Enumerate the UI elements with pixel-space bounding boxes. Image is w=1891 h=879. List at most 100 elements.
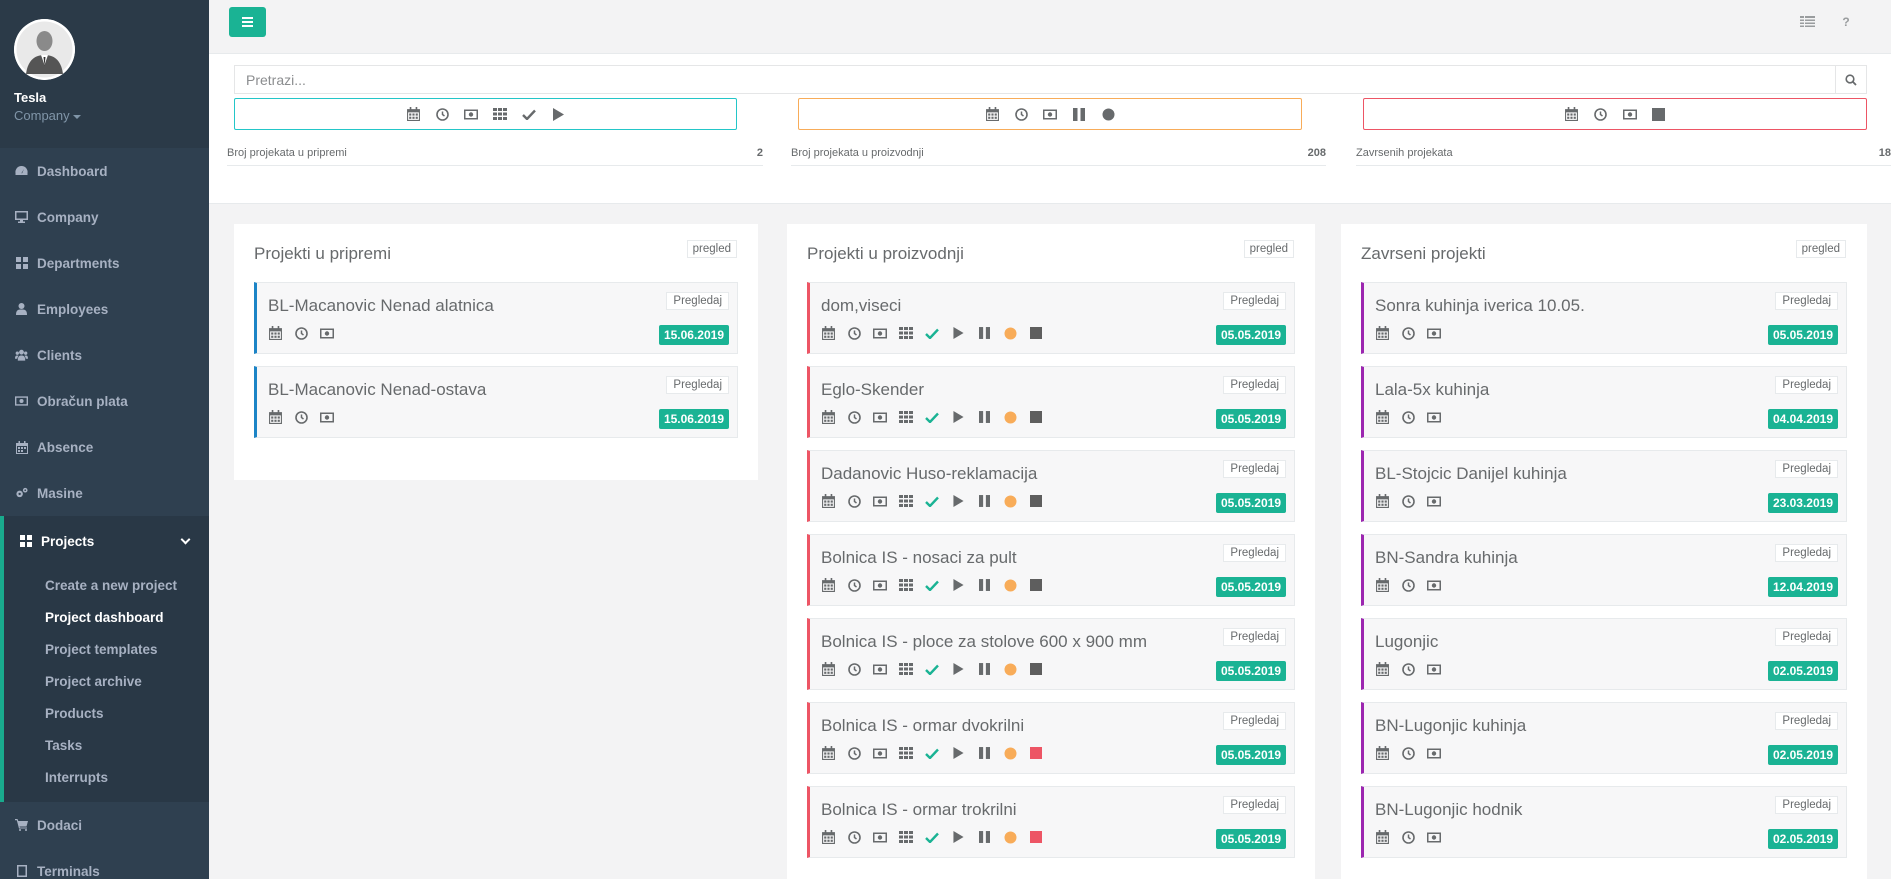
calendar-icon[interactable] bbox=[821, 746, 835, 760]
pause-icon[interactable] bbox=[977, 494, 991, 508]
calendar-icon[interactable] bbox=[1375, 326, 1389, 340]
project-card[interactable]: Bolnica IS - nosaci za pult Pregledaj 05.0… bbox=[807, 534, 1295, 606]
clock-icon[interactable] bbox=[1401, 410, 1415, 424]
pause-icon[interactable] bbox=[1072, 107, 1086, 121]
circle-icon[interactable] bbox=[1003, 662, 1017, 676]
view-project-button[interactable]: Pregledaj bbox=[1775, 376, 1838, 394]
money-icon[interactable] bbox=[1427, 578, 1441, 592]
stop-icon[interactable] bbox=[1652, 107, 1666, 121]
project-card[interactable]: BL-Stojcic Danijel kuhinja Pregledaj 23.03… bbox=[1361, 450, 1847, 522]
calendar-icon[interactable] bbox=[1375, 746, 1389, 760]
calendar-icon[interactable] bbox=[268, 410, 282, 424]
check-icon[interactable] bbox=[925, 662, 939, 676]
check-icon[interactable] bbox=[925, 830, 939, 844]
grid-icon[interactable] bbox=[899, 746, 913, 760]
clock-icon[interactable] bbox=[1401, 578, 1415, 592]
check-icon[interactable] bbox=[925, 578, 939, 592]
project-card[interactable]: Dadanovic Huso-reklamacija Pregledaj 05.05… bbox=[807, 450, 1295, 522]
clock-icon[interactable] bbox=[847, 326, 861, 340]
money-icon[interactable] bbox=[1427, 410, 1441, 424]
view-project-button[interactable]: Pregledaj bbox=[1223, 376, 1286, 394]
money-icon[interactable] bbox=[1427, 746, 1441, 760]
check-icon[interactable] bbox=[925, 410, 939, 424]
calendar-icon[interactable] bbox=[821, 830, 835, 844]
view-project-button[interactable]: Pregledaj bbox=[1223, 796, 1286, 814]
money-icon[interactable] bbox=[1427, 830, 1441, 844]
nav-item-employees[interactable]: Employees bbox=[0, 286, 209, 332]
project-card[interactable]: BN-Lugonjic hodnik Pregledaj 02.05.2019 bbox=[1361, 786, 1847, 858]
subnav-item-products[interactable]: Products bbox=[4, 698, 209, 730]
subnav-item-project-archive[interactable]: Project archive bbox=[4, 666, 209, 698]
nav-item-company[interactable]: Company bbox=[0, 194, 209, 240]
grid-icon[interactable] bbox=[899, 578, 913, 592]
project-card[interactable]: Lugonjic Pregledaj 02.05.2019 bbox=[1361, 618, 1847, 690]
nav-item-dashboard[interactable]: Dashboard bbox=[0, 148, 209, 194]
play-icon[interactable] bbox=[551, 107, 565, 121]
view-project-button[interactable]: Pregledaj bbox=[1223, 628, 1286, 646]
project-card[interactable]: Bolnica IS - ploce za stolove 600 x 900 … bbox=[807, 618, 1295, 690]
clock-icon[interactable] bbox=[294, 326, 308, 340]
project-card[interactable]: BL-Macanovic Nenad-ostava Pregledaj 15.06.… bbox=[254, 366, 738, 438]
grid-icon[interactable] bbox=[899, 830, 913, 844]
subnav-item-project-dashboard[interactable]: Project dashboard bbox=[4, 602, 209, 634]
calendar-icon[interactable] bbox=[821, 326, 835, 340]
money-icon[interactable] bbox=[1622, 107, 1637, 121]
check-icon[interactable] bbox=[522, 107, 536, 121]
money-icon[interactable] bbox=[320, 410, 334, 424]
view-project-button[interactable]: Pregledaj bbox=[1775, 712, 1838, 730]
money-icon[interactable] bbox=[873, 746, 887, 760]
pause-icon[interactable] bbox=[977, 410, 991, 424]
pause-icon[interactable] bbox=[977, 326, 991, 340]
subnav-item-interrupts[interactable]: Interrupts bbox=[4, 762, 209, 794]
money-icon[interactable] bbox=[1427, 494, 1441, 508]
clock-icon[interactable] bbox=[1401, 746, 1415, 760]
clock-icon[interactable] bbox=[1401, 326, 1415, 340]
play-icon[interactable] bbox=[951, 662, 965, 676]
overview-badge[interactable]: pregled bbox=[1243, 240, 1294, 258]
stop-icon[interactable] bbox=[1029, 494, 1043, 508]
pause-icon[interactable] bbox=[977, 830, 991, 844]
circle-icon[interactable] bbox=[1101, 107, 1115, 121]
clock-icon[interactable] bbox=[847, 578, 861, 592]
money-icon[interactable] bbox=[320, 326, 334, 340]
project-card[interactable]: Lala-5x kuhinja Pregledaj 04.04.2019 bbox=[1361, 366, 1847, 438]
nav-item-obracun-plata[interactable]: Obračun plata bbox=[0, 378, 209, 424]
calendar-icon[interactable] bbox=[1375, 830, 1389, 844]
project-card[interactable]: Bolnica IS - ormar dvokrilni Pregledaj 05.… bbox=[807, 702, 1295, 774]
view-project-button[interactable]: Pregledaj bbox=[1775, 544, 1838, 562]
calendar-icon[interactable] bbox=[1375, 410, 1389, 424]
view-project-button[interactable]: Pregledaj bbox=[1223, 712, 1286, 730]
project-card[interactable]: Eglo-Skender Pregledaj 05.05.2019 bbox=[807, 366, 1295, 438]
project-card[interactable]: BN-Sandra kuhinja Pregledaj 12.04.2019 bbox=[1361, 534, 1847, 606]
nav-item-dodaci[interactable]: Dodaci bbox=[0, 802, 209, 848]
view-project-button[interactable]: Pregledaj bbox=[1775, 796, 1838, 814]
project-card[interactable]: BN-Lugonjic kuhinja Pregledaj 02.05.2019 bbox=[1361, 702, 1847, 774]
calendar-icon[interactable] bbox=[821, 662, 835, 676]
calendar-icon[interactable] bbox=[821, 578, 835, 592]
subnav-item-create-project[interactable]: Create a new project bbox=[4, 570, 209, 602]
view-project-button[interactable]: Pregledaj bbox=[1223, 292, 1286, 310]
check-icon[interactable] bbox=[925, 326, 939, 340]
clock-icon[interactable] bbox=[1401, 494, 1415, 508]
money-icon[interactable] bbox=[1427, 662, 1441, 676]
view-project-button[interactable]: Pregledaj bbox=[1775, 628, 1838, 646]
menu-toggle-button[interactable] bbox=[229, 7, 266, 37]
check-icon[interactable] bbox=[925, 494, 939, 508]
clock-icon[interactable] bbox=[847, 494, 861, 508]
grid-icon[interactable] bbox=[899, 662, 913, 676]
circle-icon[interactable] bbox=[1003, 410, 1017, 424]
clock-icon[interactable] bbox=[1401, 662, 1415, 676]
money-icon[interactable] bbox=[464, 107, 478, 121]
money-icon[interactable] bbox=[873, 830, 887, 844]
view-project-button[interactable]: Pregledaj bbox=[1775, 292, 1838, 310]
avatar[interactable] bbox=[14, 19, 75, 80]
calendar-icon[interactable] bbox=[821, 494, 835, 508]
grid-icon[interactable] bbox=[899, 410, 913, 424]
project-card[interactable]: Bolnica IS - ormar trokrilni Pregledaj 05.… bbox=[807, 786, 1295, 858]
clock-icon[interactable] bbox=[847, 746, 861, 760]
view-project-button[interactable]: Pregledaj bbox=[1223, 544, 1286, 562]
company-dropdown[interactable]: Company bbox=[14, 108, 195, 123]
nav-item-departments[interactable]: Departments bbox=[0, 240, 209, 286]
play-icon[interactable] bbox=[951, 578, 965, 592]
clock-icon[interactable] bbox=[1594, 107, 1608, 121]
